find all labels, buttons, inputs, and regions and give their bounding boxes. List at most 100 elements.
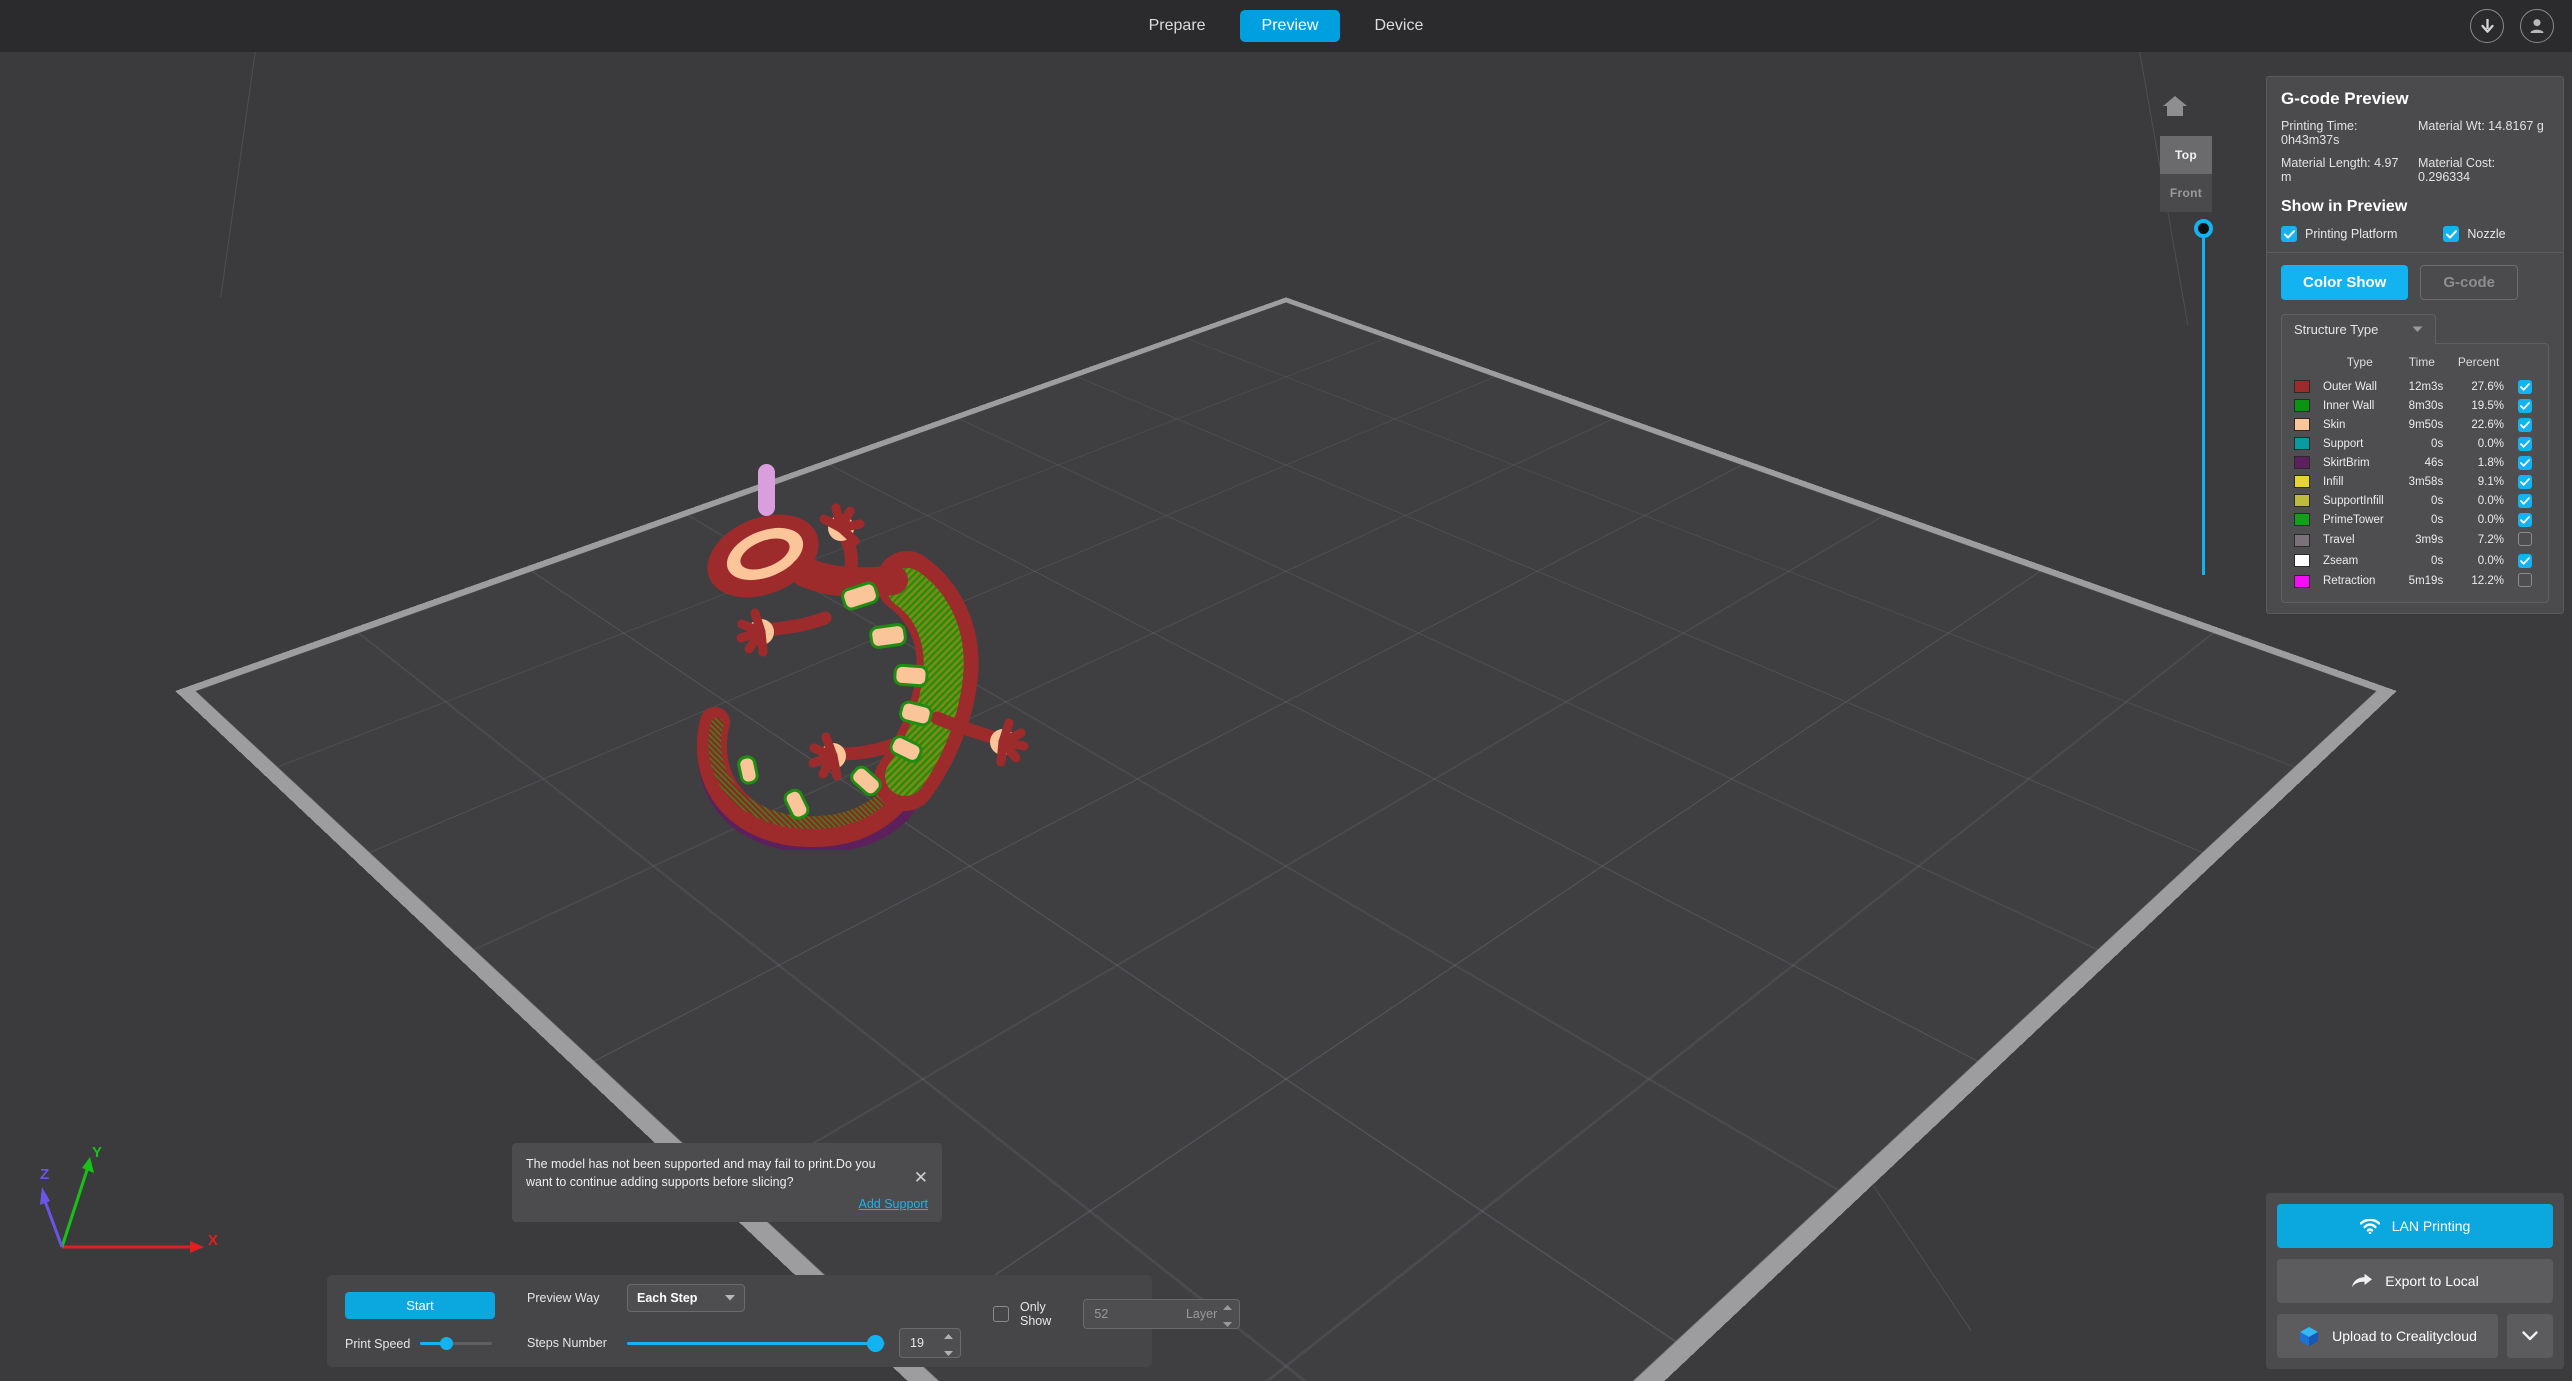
chevron-down-icon [725,1295,735,1301]
checkbox-nozzle[interactable]: Nozzle [2443,226,2506,242]
structure-visibility-checkbox[interactable] [2518,512,2532,527]
color-show-button[interactable]: Color Show [2281,265,2409,300]
layer-spinner[interactable] [1223,1299,1233,1330]
structure-time-cell: 0s [2431,554,2444,567]
structure-visibility-cell [2512,415,2538,434]
material-wt-value: 14.8167 g [2488,119,2544,133]
print-speed-slider[interactable] [420,1337,493,1351]
structure-visibility-checkbox[interactable] [2518,436,2532,451]
structure-time-cell: 0s [2431,513,2444,526]
printing-platform-label: Printing Platform [2305,227,2398,241]
structure-color-cell [2292,491,2316,510]
export-to-local-label: Export to Local [2385,1273,2479,1289]
preview-toolbar: Start Print Speed Preview Way Each Step [327,1275,1241,1367]
table-row: Outer Wall 12m3s 27.6% [2292,377,2538,396]
preview-way-row: Preview Way Each Step [527,1284,961,1312]
gcode-model-preview[interactable] [655,450,1065,853]
structure-color-cell [2292,377,2316,396]
spinner-up-icon[interactable] [1223,1299,1233,1313]
svg-text:X: X [208,1232,218,1249]
structure-type-cell: Zseam [2323,554,2359,567]
structure-percent-cell: 12.2% [2471,575,2504,587]
home-icon[interactable] [2162,95,2188,117]
tab-preview[interactable]: Preview [1239,10,1341,42]
color-swatch [2294,494,2310,507]
account-icon[interactable] [2520,9,2554,43]
printing-time: Printing Time: 0h43m37s [2281,119,2412,147]
layer-slider-track[interactable] [2202,227,2205,575]
only-show-layer-input[interactable]: 52 Layer [1083,1299,1241,1330]
structure-color-cell [2292,529,2316,551]
toast-message: The model has not been supported and may… [526,1157,876,1189]
structure-percent-cell: 9.1% [2477,475,2504,488]
upload-to-crealitycloud-button[interactable]: Upload to Crealitycloud [2277,1314,2498,1358]
structure-visibility-checkbox[interactable] [2518,379,2532,394]
color-swatch [2294,574,2310,588]
preview-way-select[interactable]: Each Step [627,1284,745,1312]
gcode-button[interactable]: G-code [2420,265,2519,300]
structure-visibility-checkbox[interactable] [2518,553,2532,568]
structure-visibility-checkbox[interactable] [2518,455,2532,470]
steps-number-handle[interactable] [866,1334,884,1352]
upload-options-caret[interactable] [2507,1314,2553,1358]
steps-number-slider[interactable] [627,1334,885,1352]
structure-time-cell: 46s [2424,456,2444,469]
lan-printing-button[interactable]: LAN Printing [2277,1204,2553,1248]
layer-slider[interactable] [2191,215,2215,575]
material-cost-label: Material Cost: [2418,156,2496,170]
structure-visibility-checkbox[interactable] [2518,474,2532,489]
steps-number-spinner[interactable] [944,1328,953,1359]
view-cube-top[interactable]: Top [2160,136,2212,174]
structure-visibility-checkbox[interactable] [2518,493,2532,508]
export-actions-panel: LAN Printing Export to Local Upload to C… [2266,1193,2564,1369]
structure-visibility-checkbox[interactable] [2518,398,2532,413]
column-header-percent: Percent [2457,355,2500,369]
structure-visibility-cell [2512,453,2538,472]
view-cube-front[interactable]: Front [2160,174,2212,212]
structure-color-cell [2292,510,2316,529]
download-icon[interactable] [2470,9,2504,43]
structure-table-container: Type Time Percent Outer Wall 12m3s 27.6% In… [2281,343,2549,603]
color-swatch [2294,399,2310,412]
show-in-preview-checks: Printing Platform Nozzle [2281,226,2549,242]
spinner-down-icon[interactable] [944,1345,953,1359]
spinner-down-icon[interactable] [1223,1316,1233,1330]
structure-time-cell: 8m30s [2408,399,2444,412]
check-glyph [2445,229,2457,239]
tab-prepare[interactable]: Prepare [1127,10,1228,42]
only-show-checkbox[interactable] [993,1306,1009,1322]
structure-table-body: Outer Wall 12m3s 27.6% Inner Wall 8m30s 19.5%… [2292,377,2538,592]
print-speed-handle[interactable] [439,1337,453,1350]
only-show-row: Only Show 52 Layer [993,1299,1241,1330]
steps-number-value: 19 [910,1336,924,1350]
structure-table-head: Type Time Percent [2292,352,2538,377]
steps-number-input[interactable]: 19 [899,1328,961,1358]
material-cost: Material Cost: 0.296334 [2418,156,2549,184]
tab-device[interactable]: Device [1352,10,1445,42]
layer-unit-label: Layer [1185,1307,1218,1321]
structure-visibility-checkbox[interactable] [2518,417,2532,432]
add-support-link[interactable]: Add Support [526,1197,929,1211]
nozzle-checkbox-box[interactable] [2443,226,2460,242]
structure-visibility-checkbox[interactable] [2518,531,2532,546]
axis-gizmo: X Y Z [40,1135,240,1265]
structure-type-dropdown[interactable]: Structure Type [2281,314,2437,344]
print-speed-label: Print Speed [345,1336,411,1351]
structure-visibility-checkbox[interactable] [2518,572,2532,587]
structure-color-cell [2292,551,2316,570]
close-icon[interactable]: ✕ [914,1169,928,1186]
checkbox-printing-platform[interactable]: Printing Platform [2281,226,2397,242]
start-button[interactable]: Start [345,1291,495,1319]
structure-visibility-cell [2512,396,2538,415]
layer-slider-handle[interactable] [2194,219,2213,238]
spinner-up-icon[interactable] [944,1328,953,1342]
export-to-local-button[interactable]: Export to Local [2277,1259,2553,1303]
table-row: Retraction 5m19s 12.2% [2292,570,2538,592]
print-speed-row: Print Speed [345,1337,495,1351]
printing-platform-checkbox-box[interactable] [2281,226,2297,242]
structure-percent-cell: 7.2% [2477,534,2504,546]
material-cost-value: 0.296334 [2418,170,2471,184]
share-icon [2352,1273,2373,1287]
steps-number-label: Steps Number [527,1336,607,1350]
display-mode-buttons: Color Show G-code [2281,265,2549,300]
